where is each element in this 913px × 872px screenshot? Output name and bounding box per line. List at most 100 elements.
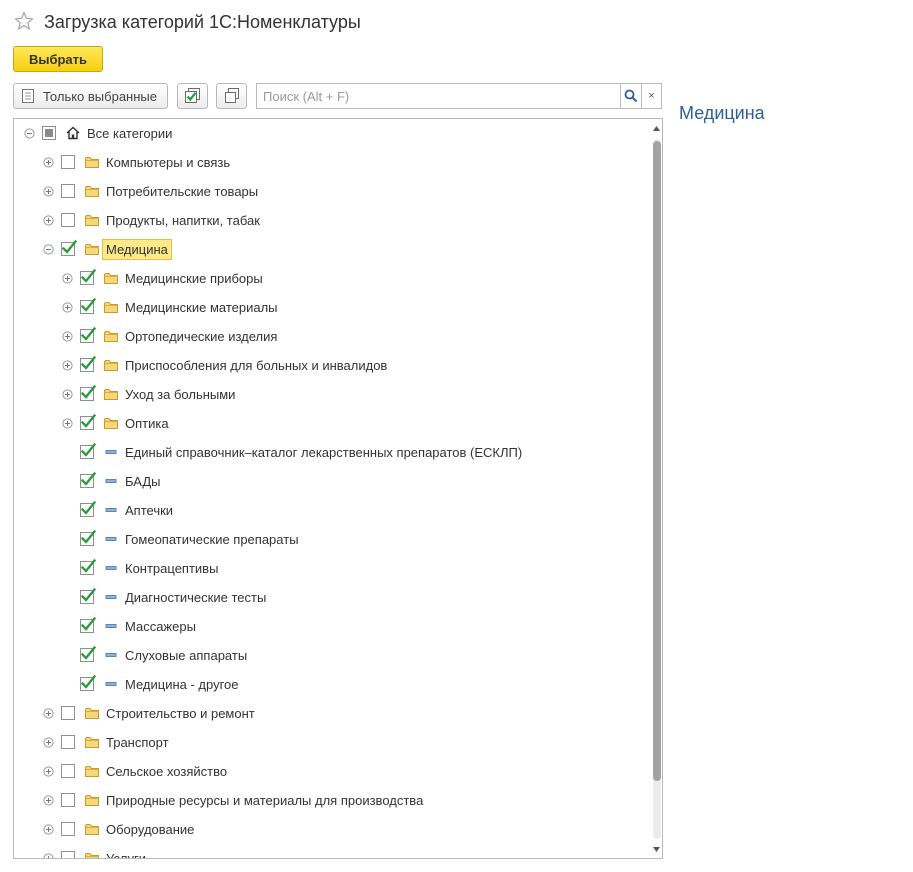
- tree-row[interactable]: Потребительские товары: [14, 177, 650, 206]
- tree-node-label[interactable]: Единый справочник–каталог лекарственных …: [125, 444, 522, 461]
- tree-row[interactable]: Контрацептивы: [14, 554, 650, 583]
- tree-node-label[interactable]: Массажеры: [125, 618, 196, 635]
- tree-checkbox[interactable]: [80, 442, 97, 459]
- tree-checkbox[interactable]: [80, 674, 97, 691]
- expand-icon[interactable]: [62, 331, 73, 342]
- tree-row[interactable]: Оборудование: [14, 815, 650, 844]
- search-field[interactable]: [256, 83, 621, 109]
- tree-node-label[interactable]: БАДы: [125, 473, 161, 490]
- tree-checkbox[interactable]: [61, 822, 75, 836]
- tree-checkbox[interactable]: [61, 793, 75, 807]
- tree-checkbox[interactable]: [80, 529, 97, 546]
- tree-row[interactable]: Услуги: [14, 844, 650, 858]
- tree-node-label[interactable]: Медицина - другое: [125, 676, 239, 693]
- expand-icon[interactable]: [43, 824, 54, 835]
- tree-node-label[interactable]: Приспособления для больных и инвалидов: [125, 357, 387, 374]
- tree-checkbox[interactable]: [80, 645, 97, 662]
- tree-node-label[interactable]: Компьютеры и связь: [106, 154, 230, 171]
- expand-icon[interactable]: [43, 737, 54, 748]
- tree-row[interactable]: Аптечки: [14, 496, 650, 525]
- tree-row[interactable]: Массажеры: [14, 612, 650, 641]
- expand-icon[interactable]: [43, 795, 54, 806]
- tree-node-label[interactable]: Природные ресурсы и материалы для произв…: [106, 792, 423, 809]
- tree-checkbox[interactable]: [61, 764, 75, 778]
- tree-node-label[interactable]: Медицина: [102, 239, 172, 260]
- tree-node-label[interactable]: Гомеопатические препараты: [125, 531, 299, 548]
- tree-node-label[interactable]: Услуги: [106, 850, 146, 858]
- tree-row[interactable]: Компьютеры и связь: [14, 148, 650, 177]
- tree-checkbox[interactable]: [80, 297, 97, 314]
- tree-row[interactable]: Оптика: [14, 409, 650, 438]
- expand-icon[interactable]: [43, 766, 54, 777]
- tree-row[interactable]: Сельское хозяйство: [14, 757, 650, 786]
- tree-checkbox[interactable]: [80, 471, 97, 488]
- expand-icon[interactable]: [43, 157, 54, 168]
- tree-row[interactable]: Все категории: [14, 119, 650, 148]
- tree-row[interactable]: Медицинские приборы: [14, 264, 650, 293]
- tree-row[interactable]: Медицина - другое: [14, 670, 650, 699]
- tree-checkbox[interactable]: [61, 155, 75, 169]
- tree-row[interactable]: Медицина: [14, 235, 650, 264]
- tree-row[interactable]: Природные ресурсы и материалы для произв…: [14, 786, 650, 815]
- tree-checkbox[interactable]: [80, 587, 97, 604]
- expand-icon[interactable]: [62, 418, 73, 429]
- uncheck-all-button[interactable]: [216, 83, 247, 109]
- scroll-up-button[interactable]: [650, 121, 662, 135]
- tree-row[interactable]: Продукты, напитки, табак: [14, 206, 650, 235]
- tree-checkbox[interactable]: [61, 851, 75, 858]
- tree-node-label[interactable]: Ортопедические изделия: [125, 328, 277, 345]
- collapse-icon[interactable]: [24, 128, 35, 139]
- tree-node-label[interactable]: Уход за больными: [125, 386, 235, 403]
- expand-icon[interactable]: [43, 215, 54, 226]
- tree-row[interactable]: Единый справочник–каталог лекарственных …: [14, 438, 650, 467]
- tree-row[interactable]: Диагностические тесты: [14, 583, 650, 612]
- tree-node-label[interactable]: Медицинские приборы: [125, 270, 263, 287]
- tree-node-label[interactable]: Строительство и ремонт: [106, 705, 255, 722]
- search-input[interactable]: [257, 84, 621, 108]
- tree-checkbox[interactable]: [80, 268, 97, 285]
- vertical-scrollbar[interactable]: [650, 119, 662, 858]
- tree-row[interactable]: Транспорт: [14, 728, 650, 757]
- tree-row[interactable]: Приспособления для больных и инвалидов: [14, 351, 650, 380]
- scroll-down-button[interactable]: [650, 842, 662, 856]
- tree-checkbox[interactable]: [80, 326, 97, 343]
- tree-row[interactable]: Гомеопатические препараты: [14, 525, 650, 554]
- only-selected-button[interactable]: Только выбранные: [13, 83, 168, 109]
- tree-checkbox[interactable]: [80, 355, 97, 372]
- tree-row[interactable]: Ортопедические изделия: [14, 322, 650, 351]
- tree-node-label[interactable]: Продукты, напитки, табак: [106, 212, 260, 229]
- tree-row[interactable]: БАДы: [14, 467, 650, 496]
- tree-row[interactable]: Медицинские материалы: [14, 293, 650, 322]
- tree-node-label[interactable]: Аптечки: [125, 502, 173, 519]
- tree-checkbox[interactable]: [80, 384, 97, 401]
- expand-icon[interactable]: [62, 273, 73, 284]
- tree-checkbox[interactable]: [61, 735, 75, 749]
- tree-node-label[interactable]: Транспорт: [106, 734, 169, 751]
- expand-icon[interactable]: [43, 186, 54, 197]
- tree-row[interactable]: Слуховые аппараты: [14, 641, 650, 670]
- tree-row[interactable]: Уход за больными: [14, 380, 650, 409]
- tree-node-label[interactable]: Медицинские материалы: [125, 299, 278, 316]
- expand-icon[interactable]: [43, 853, 54, 858]
- clear-search-button[interactable]: ×: [641, 83, 662, 109]
- collapse-icon[interactable]: [43, 244, 54, 255]
- tree-checkbox[interactable]: [61, 706, 75, 720]
- tree-checkbox[interactable]: [80, 500, 97, 517]
- tree-node-label[interactable]: Контрацептивы: [125, 560, 218, 577]
- tree-checkbox[interactable]: [80, 616, 97, 633]
- expand-icon[interactable]: [43, 708, 54, 719]
- tree-checkbox[interactable]: [42, 126, 56, 140]
- tree-node-label[interactable]: Потребительские товары: [106, 183, 258, 200]
- expand-icon[interactable]: [62, 360, 73, 371]
- tree-node-label[interactable]: Все категории: [87, 125, 172, 142]
- tree-checkbox[interactable]: [61, 239, 78, 256]
- tree-checkbox[interactable]: [80, 558, 97, 575]
- scroll-thumb[interactable]: [653, 141, 661, 781]
- tree-node-label[interactable]: Оптика: [125, 415, 169, 432]
- tree-node-label[interactable]: Диагностические тесты: [125, 589, 266, 606]
- expand-icon[interactable]: [62, 302, 73, 313]
- tree-checkbox[interactable]: [61, 213, 75, 227]
- tree-checkbox[interactable]: [80, 413, 97, 430]
- tree-checkbox[interactable]: [61, 184, 75, 198]
- select-button[interactable]: Выбрать: [13, 46, 103, 72]
